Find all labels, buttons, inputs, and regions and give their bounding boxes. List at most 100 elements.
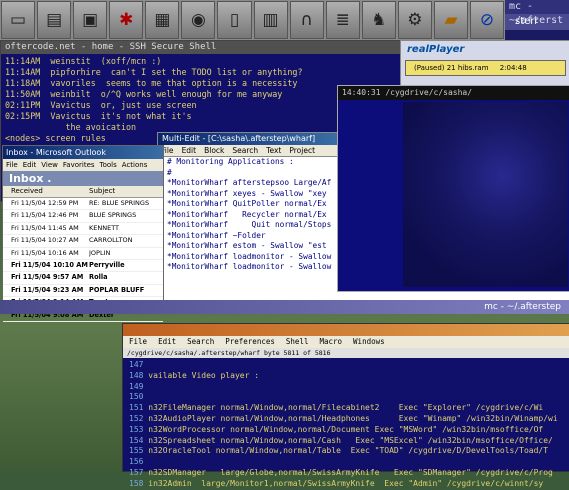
ssh-line: 11:14AM weinstit (xoff/mcn :) [5,56,162,66]
multiedit-menu-item[interactable]: Project [289,146,315,155]
outlook-menu-item[interactable]: Actions [122,161,148,169]
mail-row[interactable]: Fri 11/5/04 10:27 AM CARROLLTON [3,235,163,248]
headphones-icon[interactable]: ∩ [289,1,324,39]
line-number: 153 [129,424,144,434]
line-number: 155 [129,446,144,456]
line-number: 156 [129,457,144,467]
line-text: in32Admin large/Monitor1,normal/SwissArm… [148,478,544,488]
mail-row[interactable]: Fri 11/5/04 9:57 AM Rolla [3,272,163,285]
mc-afterstep-titlebar[interactable]: mc - ~/.afterstep [0,300,569,314]
bug-icon[interactable]: ✱ [109,1,144,39]
gear-icon[interactable]: ⚙ [397,1,432,39]
mail-received: Fri 11/5/04 10:16 AM [11,248,79,257]
mail-row[interactable]: Fri 11/5/04 11:45 AM KENNETT [3,223,163,236]
editor-line: 150 [129,392,569,403]
realplayer-time: 2:04:48 [499,64,527,72]
outlook-menu-item[interactable]: Tools [100,161,117,169]
line-number: 151 [129,403,144,413]
mail-received: Fri 11/5/04 10:10 AM [11,260,88,269]
bottom-editor-menu: File Edit Search Preferences Shell Macro Windo… [123,336,569,348]
editor-line: 154 n32Spreadsheet normal/Window,normal/… [129,436,569,447]
line-number: 154 [129,435,144,445]
line-text: n32WordProcessor normal/Window,normal/Do… [148,424,544,434]
outlook-menu-item[interactable]: View [41,161,58,169]
mail-subject: POPLAR BLUFF [89,285,145,294]
bottom-editor-window[interactable]: File Edit Search Preferences Shell Macro Windo… [122,323,569,488]
ssh-title: oftercode.net - home - SSH Secure Shell [1,41,401,54]
mail-received: Fri 11/5/04 12:46 PM [11,211,79,220]
globe-icon[interactable]: ⊘ [470,1,505,39]
outlook-menu-item[interactable]: Favorites [63,161,95,169]
outlook-menu-item[interactable]: Edit [23,161,37,169]
realplayer-status: (Paused) 21 hibs.ram 2:04:48 [405,60,566,76]
multiedit-title: Multi-Edit - [C:\sasha\.afterstep\wharf] [158,133,338,145]
editor-menu-item[interactable]: Macro [319,337,342,346]
outlook-window[interactable]: Inbox - Microsoft Outlook File Edit View Fa… [2,145,164,322]
line-text: n32OracleTool normal/Window,normal/Table… [148,446,549,456]
header-subject[interactable]: Subject [89,186,163,197]
mc-top-title: mc - ~/afterst [505,0,569,26]
mail-subject: KENNETT [89,223,120,232]
wizard-icon[interactable]: ♞ [361,1,396,39]
editor-line: 147 [129,360,569,371]
line-number: 149 [129,381,144,391]
editor-menu-item[interactable]: Preferences [225,337,275,346]
media-icon[interactable]: ◉ [181,1,216,39]
editor-menu-item[interactable]: Shell [286,337,309,346]
mail-row[interactable]: Fri 11/5/04 12:46 PM BLUE SPRINGS [3,210,163,223]
line-number: 147 [129,360,144,369]
cygwin-terminal[interactable]: 14:40:31 /cygdrive/c/sasha/ [337,85,569,292]
realplayer-window[interactable]: realPlayer (Paused) 21 hibs.ram 2:04:48 [400,40,569,87]
mail-row[interactable]: Fri 11/5/04 12:59 PM RE: BLUE SPRINGS [3,198,163,211]
mail-received: Fri 11/5/04 12:59 PM [11,199,79,207]
drive-icon[interactable]: ▤ [37,1,72,39]
mail-received: Fri 11/5/04 11:45 AM [11,223,79,232]
editor-line: 149 [129,382,569,393]
editor-menu-item[interactable]: File [129,337,147,346]
notepad-icon[interactable]: ≣ [325,1,360,39]
mail-row[interactable]: Fri 11/5/04 9:23 AM POPLAR BLUFF [3,285,163,298]
multiedit-window[interactable]: Multi-Edit - [C:\sasha\.afterstep\wharf]… [157,132,339,157]
multiedit-menu-item[interactable]: Search [232,146,258,155]
editor-menu-item[interactable]: Search [187,337,214,346]
header-received[interactable]: Received [3,186,89,197]
cygwin-title: 14:40:31 /cygdrive/c/sasha/ [338,86,569,100]
mail-subject: CARROLLTON [89,236,133,245]
line-text: n32AudioPlayer normal/Window,normal/Head… [148,413,558,423]
multiedit-menu-item[interactable]: Text [266,146,281,155]
line-number: 152 [129,413,144,423]
monitor-icon[interactable]: ▣ [73,1,108,39]
mail-row[interactable]: Fri 11/5/04 10:16 AM JOPLIN [3,248,163,260]
document-icon[interactable]: ▯ [217,1,252,39]
terminal-icon[interactable]: ▭ [1,1,36,39]
editor-menu-item[interactable]: Edit [158,337,176,346]
wharf-dock: ▭ ▤ ▣ ✱ ▦ ◉ ▯ ▥ ∩ ≣ ♞ ⚙ ▰ ⊘ [0,0,505,41]
line-number: 150 [129,392,144,402]
editor-menu-item[interactable]: Windows [353,337,385,346]
multiedit-menu-item[interactable]: Block [204,146,224,155]
line-text: n32SDManager large/Globe,normal/SwissArm… [148,467,553,477]
mail-subject: Perryville [89,260,125,269]
mail-received: Fri 11/5/04 9:23 AM [11,285,84,294]
line-text: vailable Video player : [148,370,260,380]
tree-wallpaper [403,102,568,287]
line-number: 148 [129,370,144,380]
multiedit-menu-item[interactable]: Edit [182,146,197,155]
editor-line: 151 n32FileManager normal/Window,normal/… [129,403,569,414]
line-number: 157 [129,467,144,477]
outlook-menu-item[interactable]: File [6,161,18,169]
editor-line: 156 [129,457,569,468]
mail-row[interactable]: Fri 11/5/04 10:10 AM Perryville [3,260,163,273]
ssh-line: 11:14AM pipforhire can't I set the TODO … [5,67,303,77]
mail-subject: BLUE SPRINGS [89,211,137,220]
chip-icon[interactable]: ▦ [145,1,180,39]
bottom-editor-path: /cygdrive/c/sasha/.afterstep/wharf byte … [123,348,569,358]
mail-subject: Rolla [89,273,108,282]
editor-line: 158 in32Admin large/Monitor1,normal/Swis… [129,479,569,490]
printer-icon[interactable]: ▥ [253,1,288,39]
editor-line: 152 n32AudioPlayer normal/Window,normal/… [129,414,569,425]
line-number: 158 [129,478,144,488]
outlook-menu: File Edit View Favorites Tools Actions [3,159,163,171]
realplayer-logo: realPlayer [407,44,465,55]
folder-icon[interactable]: ▰ [433,1,469,39]
